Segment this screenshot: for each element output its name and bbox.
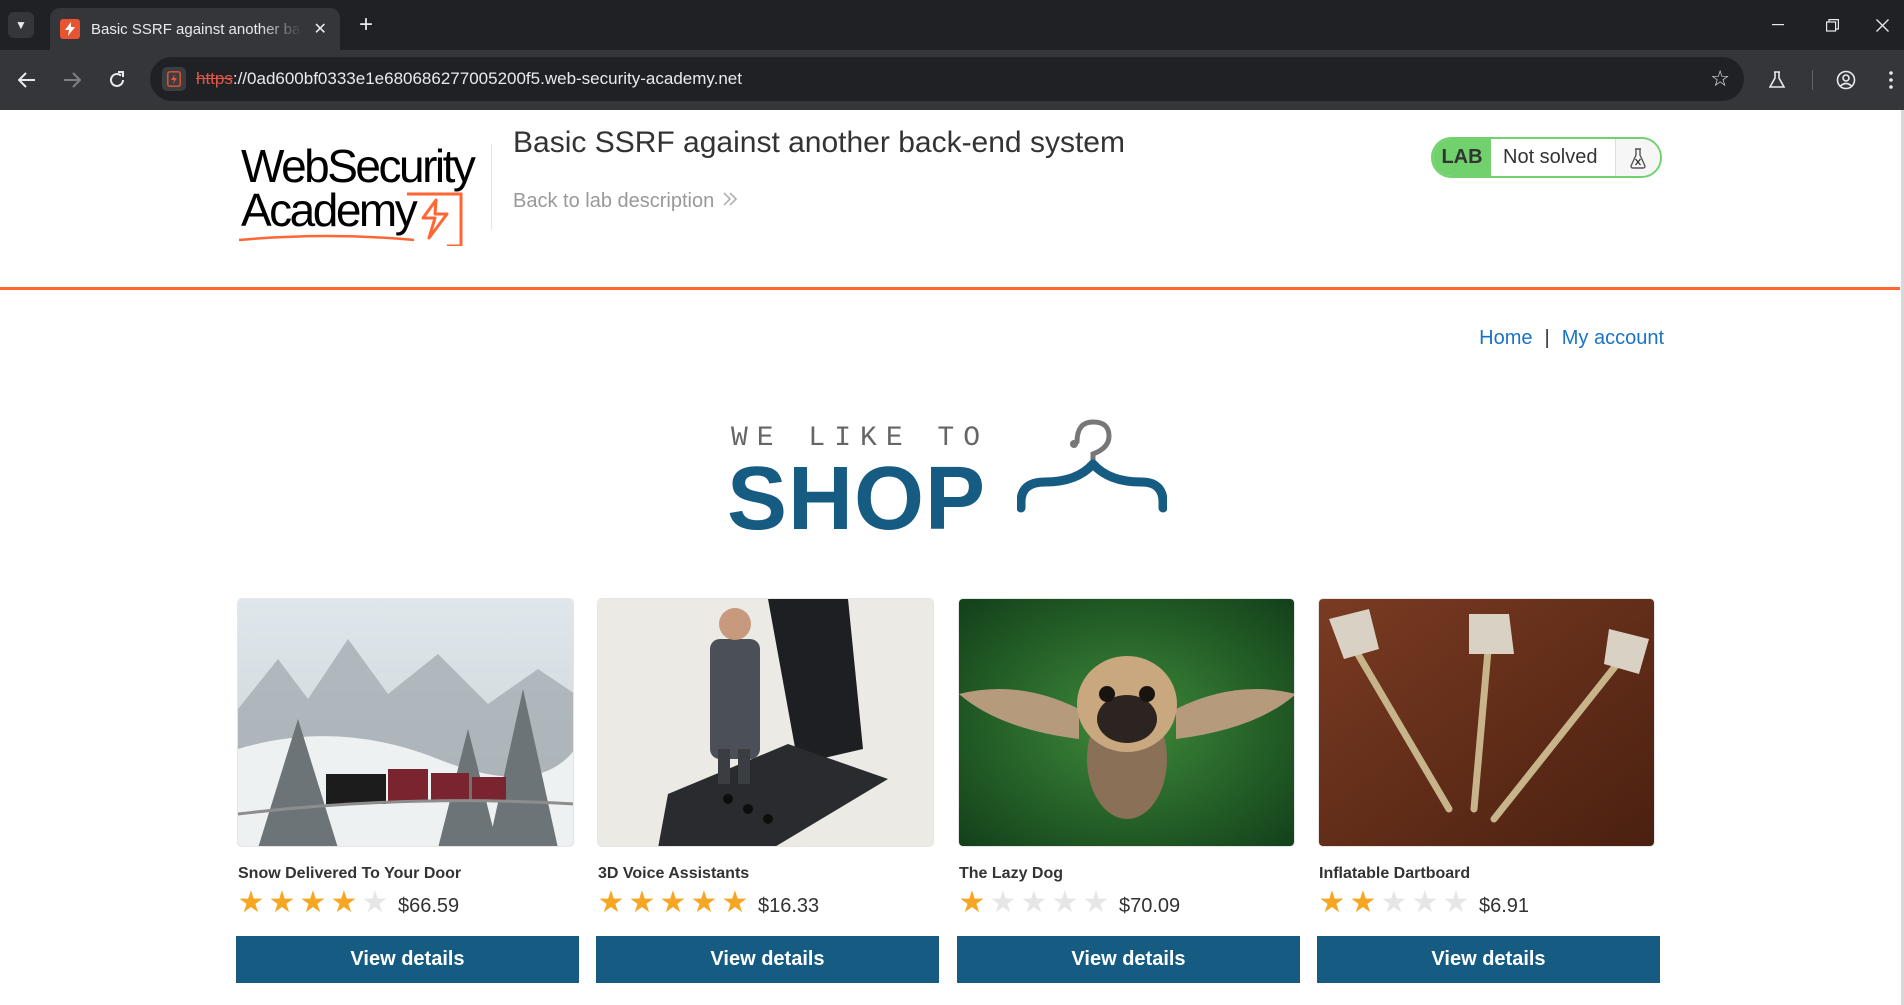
url-text: https://0ad600bf0333e1e680686277005200f5… bbox=[196, 69, 742, 89]
chevron-down-icon: ▼ bbox=[15, 18, 27, 32]
my-account-link[interactable]: My account bbox=[1562, 327, 1664, 349]
product-price: $6.91 bbox=[1479, 894, 1530, 917]
forward-button[interactable] bbox=[57, 65, 87, 95]
tab-search-button[interactable]: ▼ bbox=[8, 12, 34, 38]
star-empty-icon: ★ bbox=[1411, 886, 1439, 919]
header-divider bbox=[491, 144, 492, 230]
view-details-button[interactable]: View details bbox=[957, 936, 1300, 983]
view-details-button[interactable]: View details bbox=[236, 936, 579, 983]
menu-kebab-icon[interactable] bbox=[1876, 65, 1904, 95]
lab-title: Basic SSRF against another back-end syst… bbox=[513, 126, 1125, 159]
top-navigation: Home | My account bbox=[1479, 327, 1664, 350]
lab-status-text: Not solved bbox=[1491, 139, 1616, 176]
product-rating: ★ ★ ★ ★ ★ $16.33 bbox=[596, 886, 820, 919]
star-filled-icon: ★ bbox=[330, 886, 358, 919]
darts-image bbox=[1318, 598, 1655, 847]
url-scheme: https bbox=[196, 69, 233, 88]
back-button[interactable] bbox=[12, 65, 42, 95]
logo-line2: Academy bbox=[241, 184, 418, 236]
lab-flask-icon bbox=[1616, 139, 1660, 176]
product-rating: ★ ★ ★ ★ ★ $66.59 bbox=[236, 886, 460, 919]
banner-shop-word: SHOP bbox=[727, 449, 987, 549]
back-to-lab-description-link[interactable]: Back to lab description bbox=[513, 190, 738, 213]
star-filled-icon: ★ bbox=[721, 886, 749, 919]
product-rating: ★ ★ ★ ★ ★ $70.09 bbox=[957, 886, 1181, 919]
flying-pug-image bbox=[958, 598, 1295, 847]
product-name: The Lazy Dog bbox=[959, 865, 1064, 882]
browser-toolbar: https://0ad600bf0333e1e680686277005200f5… bbox=[0, 50, 1904, 110]
lab-header: WebSecurity Academy Basic SSRF against a… bbox=[0, 110, 1900, 290]
web-security-academy-logo[interactable]: WebSecurity Academy bbox=[238, 136, 489, 248]
web-page: WebSecurity Academy Basic SSRF against a… bbox=[0, 110, 1904, 1005]
star-filled-icon: ★ bbox=[597, 886, 625, 919]
back-link-label: Back to lab description bbox=[513, 190, 715, 212]
star-filled-icon: ★ bbox=[659, 886, 687, 919]
star-empty-icon: ★ bbox=[1380, 886, 1408, 919]
product-name: 3D Voice Assistants bbox=[598, 865, 750, 882]
star-filled-icon: ★ bbox=[628, 886, 656, 919]
star-filled-icon: ★ bbox=[268, 886, 296, 919]
close-window-button[interactable] bbox=[1858, 10, 1904, 40]
restore-button[interactable] bbox=[1808, 10, 1856, 40]
reload-button[interactable] bbox=[102, 65, 132, 95]
figurine-phone-image bbox=[597, 598, 934, 847]
home-link[interactable]: Home bbox=[1479, 327, 1532, 349]
star-filled-icon: ★ bbox=[299, 886, 327, 919]
view-details-button[interactable]: View details bbox=[596, 936, 939, 983]
nav-separator: | bbox=[1544, 327, 1550, 349]
browser-tab-strip: ▼ Basic SSRF against another back-end sy… bbox=[0, 0, 1904, 50]
hanger-icon bbox=[1017, 419, 1167, 513]
product-price: $66.59 bbox=[398, 894, 460, 917]
product-rating: ★ ★ ★ ★ ★ $6.91 bbox=[1317, 886, 1530, 919]
tab-close-icon[interactable]: ✕ bbox=[310, 19, 330, 39]
star-empty-icon: ★ bbox=[989, 886, 1017, 919]
toolbar-divider bbox=[1812, 70, 1813, 90]
view-details-button[interactable]: View details bbox=[1317, 936, 1660, 983]
url-host: ://0ad600bf0333e1e680686277005200f5.web-… bbox=[232, 69, 742, 88]
star-filled-icon: ★ bbox=[1318, 886, 1346, 919]
product-grid: Snow Delivered To Your Door ★ ★ ★ ★ ★ $66.59 Vi… bbox=[236, 598, 1666, 983]
address-bar[interactable]: https://0ad600bf0333e1e680686277005200f5… bbox=[150, 57, 1744, 101]
product-name: Snow Delivered To Your Door bbox=[238, 865, 462, 882]
tab-title: Basic SSRF against another back-end syst… bbox=[91, 20, 302, 38]
shop-banner: WE LIKE TO SHOP bbox=[727, 416, 1172, 546]
snow-train-image bbox=[237, 598, 574, 847]
star-filled-icon: ★ bbox=[690, 886, 718, 919]
star-empty-icon: ★ bbox=[1020, 886, 1048, 919]
new-tab-button[interactable]: + bbox=[354, 11, 378, 39]
product-price: $70.09 bbox=[1119, 894, 1181, 917]
star-empty-icon: ★ bbox=[1082, 886, 1110, 919]
star-filled-icon: ★ bbox=[1349, 886, 1377, 919]
product-name: Inflatable Dartboard bbox=[1319, 865, 1471, 882]
star-empty-icon: ★ bbox=[1442, 886, 1470, 919]
lab-badge: LAB bbox=[1433, 139, 1491, 176]
star-filled-icon: ★ bbox=[237, 886, 265, 919]
site-info-icon[interactable] bbox=[162, 67, 186, 91]
bookmark-star-icon[interactable]: ☆ bbox=[1710, 66, 1730, 92]
product-price: $16.33 bbox=[758, 894, 820, 917]
minimize-button[interactable] bbox=[1754, 10, 1802, 40]
star-empty-icon: ★ bbox=[1051, 886, 1079, 919]
labs-flask-icon[interactable] bbox=[1762, 65, 1792, 95]
lightning-favicon-icon bbox=[60, 19, 80, 39]
double-chevron-right-icon bbox=[722, 190, 738, 213]
profile-icon[interactable] bbox=[1831, 65, 1861, 95]
lab-status-widget: LAB Not solved bbox=[1431, 137, 1662, 178]
star-filled-icon: ★ bbox=[958, 886, 986, 919]
star-empty-icon: ★ bbox=[361, 886, 389, 919]
browser-tab[interactable]: Basic SSRF against another back-end syst… bbox=[50, 8, 340, 50]
